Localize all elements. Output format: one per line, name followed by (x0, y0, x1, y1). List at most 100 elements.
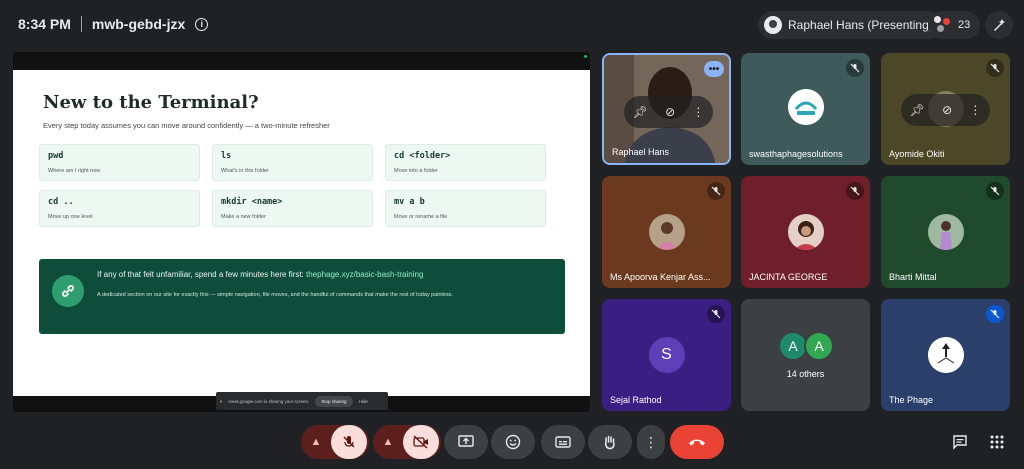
participant-name: Raphael Hans (612, 147, 670, 157)
command-text: cd <folder> (394, 151, 451, 161)
command-card: mv a b Move or rename a file (385, 190, 546, 227)
presenter-chip[interactable]: Raphael Hans (Presenting) (758, 11, 943, 39)
live-indicator (584, 55, 587, 58)
hand-icon (604, 435, 615, 450)
participant-name: The Phage (889, 395, 934, 405)
participant-name: Sejal Rathod (610, 395, 662, 405)
screen-share-bar: ⏸ meet.google.com is sharing your screen… (216, 392, 388, 410)
pin-icon[interactable]: 📌︎ (910, 103, 925, 117)
meeting-code: mwb-gebd-jzx (91, 16, 186, 32)
command-description: Make a new folder (221, 214, 266, 220)
command-description: Where am I right now (48, 168, 101, 174)
more-options-button[interactable]: ⋮ (637, 425, 665, 459)
participant-tile[interactable]: JACINTA GEORGE (741, 176, 870, 288)
command-text: cd .. (48, 197, 74, 207)
more-vert-icon[interactable]: ⋮ (692, 105, 704, 119)
participant-tile[interactable]: The Phage (881, 299, 1010, 411)
slide: New to the Terminal? Every step today as… (13, 70, 590, 396)
participant-tile[interactable]: 📌︎ ⊘ ⋮ Ayomide Okiti (881, 53, 1010, 165)
command-description: Move into a folder (394, 168, 438, 174)
participant-tile[interactable]: Ms Apoorva Kenjar Ass... (602, 176, 731, 288)
captions-icon (555, 436, 571, 448)
avatar (648, 214, 685, 250)
banner-title-text: If any of that felt unfamiliar, spend a … (97, 270, 306, 279)
mic-off-icon (707, 182, 725, 200)
participant-tile[interactable]: swasthaphagesolutions (741, 53, 870, 165)
leave-call-button[interactable] (670, 425, 724, 459)
clock: 8:34 PM (18, 16, 71, 32)
video-settings-button[interactable]: ▲ (373, 436, 403, 448)
banner-body: A dedicated section on our site for exac… (97, 292, 453, 298)
pencil-sparkle-icon (994, 19, 1005, 31)
chat-icon (953, 435, 967, 450)
smiley-icon (505, 434, 521, 450)
activities-button[interactable] (988, 433, 1006, 451)
command-text: mkdir <name> (221, 197, 283, 207)
command-description: Move or rename a file (394, 214, 448, 220)
participant-tile[interactable]: Bharti Mittal (881, 176, 1010, 288)
swastha-logo (787, 89, 824, 125)
share-status-icon: ⏸ (220, 398, 223, 404)
mute-participant-icon[interactable]: ⊘ (665, 105, 675, 119)
participant-name: Ms Apoorva Kenjar Ass... (610, 272, 711, 282)
participant-tile[interactable]: ••• 📌︎ ⊘ ⋮ Raphael Hans (602, 53, 731, 165)
reactions-button[interactable] (491, 425, 535, 459)
avatar (927, 214, 964, 250)
command-text: pwd (48, 151, 64, 161)
more-vert-icon: ⋮ (644, 433, 658, 450)
command-description: What's in this folder (221, 168, 269, 174)
camera-toggle-button[interactable] (403, 425, 439, 459)
participant-name: swasthaphagesolutions (749, 149, 843, 159)
present-button[interactable] (444, 425, 488, 459)
camera-off-icon (413, 435, 428, 449)
mic-control: ▲ (301, 425, 369, 459)
more-vert-icon[interactable]: ⋮ (969, 103, 981, 117)
command-card: ls What's in this folder (212, 144, 373, 181)
divider (80, 16, 82, 32)
host-controls-button[interactable] (985, 11, 1013, 39)
command-card: mkdir <name> Make a new folder (212, 190, 373, 227)
mic-off-icon (707, 305, 725, 323)
apps-grid-icon (990, 435, 1004, 449)
participant-name: Ayomide Okiti (889, 149, 945, 159)
slide-subtitle: Every step today assumes you can move ar… (43, 121, 330, 130)
chat-button[interactable] (951, 433, 969, 451)
captions-button[interactable] (541, 425, 585, 459)
mic-off-icon (986, 59, 1004, 77)
avatar: S (648, 337, 685, 373)
others-tile[interactable]: A A 14 others (741, 299, 870, 411)
mic-off-icon (986, 182, 1004, 200)
link-icon (52, 275, 84, 307)
participant-tile[interactable]: S Sejal Rathod (602, 299, 731, 411)
raise-hand-button[interactable] (588, 425, 632, 459)
mute-participant-icon[interactable]: ⊘ (942, 103, 952, 117)
command-card: cd .. Move up one level (39, 190, 200, 227)
more-options-icon[interactable]: ••• (704, 61, 724, 77)
hide-button[interactable]: Hide (359, 399, 368, 404)
banner-link[interactable]: thephage.xyz/basic-bash-training (306, 270, 423, 279)
command-text: ls (221, 151, 232, 161)
audio-settings-button[interactable]: ▲ (301, 436, 331, 448)
presenter-label: Raphael Hans (Presenting) (788, 18, 933, 32)
people-button[interactable]: 23 (928, 11, 980, 39)
info-icon[interactable]: i (195, 17, 209, 31)
avatar (787, 214, 824, 250)
others-count: 14 others (786, 369, 825, 379)
mic-toggle-button[interactable] (331, 425, 367, 459)
top-bar: 8:34 PM mwb-gebd-jzx i Raphael Hans (Pre… (0, 0, 1024, 48)
mic-off-icon (846, 59, 864, 77)
pin-icon[interactable]: 📌︎ (633, 105, 648, 119)
avatar (927, 337, 964, 373)
camera-control: ▲ (373, 425, 441, 459)
command-description: Move up one level (48, 214, 93, 220)
avatar: A (804, 331, 834, 361)
command-card: pwd Where am I right now (39, 144, 200, 181)
mic-off-icon (846, 182, 864, 200)
share-status-text: meet.google.com is sharing your screen. (228, 398, 310, 404)
stop-sharing-button[interactable]: Stop sharing (315, 395, 353, 407)
others-avatars: A A (778, 331, 834, 361)
people-count: 23 (958, 19, 971, 31)
participant-name: Bharti Mittal (889, 272, 937, 282)
participant-name: JACINTA GEORGE (749, 272, 828, 282)
mic-off-icon (343, 436, 355, 448)
